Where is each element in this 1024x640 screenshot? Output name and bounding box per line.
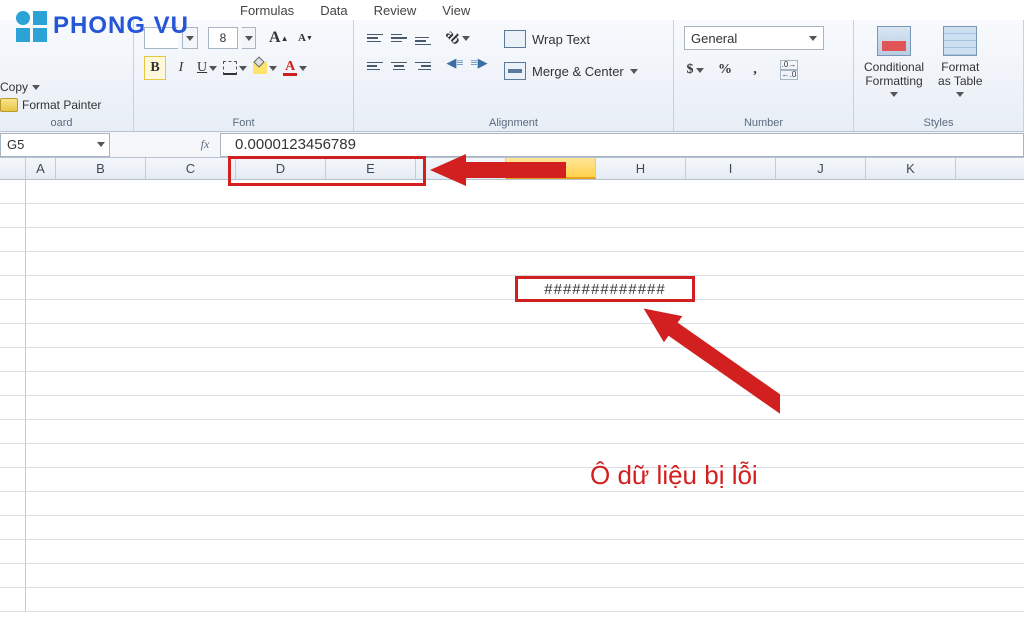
col-header[interactable]: E: [326, 158, 416, 179]
group-clipboard-label: oard: [0, 115, 123, 129]
orientation-button[interactable]: ab: [444, 26, 471, 50]
name-box-value: G5: [7, 137, 24, 152]
menu-review[interactable]: Review: [374, 3, 417, 18]
wrap-text-icon: [504, 30, 526, 48]
wrap-text-label: Wrap Text: [532, 32, 590, 47]
chevron-down-icon: [696, 68, 704, 73]
fill-icon: [253, 62, 267, 74]
group-styles-label: Styles: [864, 115, 1013, 129]
border-icon: [223, 61, 237, 75]
chevron-down-icon: [956, 92, 964, 97]
underline-button[interactable]: U: [196, 56, 218, 80]
col-header[interactable]: I: [686, 158, 776, 179]
bold-button[interactable]: B: [144, 56, 166, 80]
borders-button[interactable]: [222, 56, 248, 80]
col-header[interactable]: J: [776, 158, 866, 179]
chevron-down-icon: [299, 66, 307, 71]
chevron-down-icon: [32, 85, 40, 90]
select-all-corner[interactable]: [0, 158, 26, 179]
conditional-formatting-icon: [877, 26, 911, 56]
name-box[interactable]: G5: [0, 133, 110, 157]
formula-input[interactable]: 0.0000123456789: [220, 133, 1024, 157]
format-as-table-label: Format as Table: [938, 60, 982, 88]
group-number: General $ % , .0→ ←.0 Number: [674, 20, 854, 131]
watermark-logo: PHONG VU: [16, 0, 189, 52]
menu-data[interactable]: Data: [320, 3, 347, 18]
format-painter-button[interactable]: Format Painter: [0, 98, 123, 112]
merge-center-button[interactable]: Merge & Center: [504, 58, 638, 84]
align-left-button[interactable]: [364, 54, 386, 78]
group-font-label: Font: [144, 115, 343, 129]
format-as-table-button[interactable]: Format as Table: [938, 26, 982, 97]
font-size-dropdown[interactable]: [242, 27, 256, 49]
chevron-down-icon: [209, 66, 217, 71]
group-styles: Conditional Formatting Format as Table S…: [854, 20, 1024, 131]
align-top-button[interactable]: [364, 26, 386, 50]
number-format-value: General: [691, 31, 737, 46]
format-as-table-icon: [943, 26, 977, 56]
chevron-down-icon: [97, 142, 105, 147]
decrease-decimal-button[interactable]: ←.0: [780, 70, 798, 80]
format-painter-icon: [0, 98, 18, 112]
cell-g5-error[interactable]: #############: [515, 276, 695, 302]
cell-g5-value: #############: [544, 281, 665, 298]
logo-text: PHONG VU: [53, 12, 189, 40]
conditional-formatting-label: Conditional Formatting: [864, 60, 924, 88]
number-format-select[interactable]: General: [684, 26, 824, 50]
group-alignment: ab ◀≡ ≡▶ Wrap Text Merge & Center: [354, 20, 674, 131]
group-alignment-label: Alignment: [364, 115, 663, 129]
font-size-input[interactable]: 8: [208, 27, 238, 49]
spreadsheet-grid[interactable]: ############# Ô dữ liệu bị lỗi: [0, 180, 1024, 612]
copy-label: Copy: [0, 80, 28, 94]
fill-color-button[interactable]: [252, 56, 278, 80]
increase-decimal-button[interactable]: .0→: [780, 60, 798, 70]
col-header[interactable]: A: [26, 158, 56, 179]
chevron-down-icon: [809, 36, 817, 41]
align-bottom-button[interactable]: [412, 26, 434, 50]
align-center-button[interactable]: [388, 54, 410, 78]
grow-font-button[interactable]: A▲: [260, 26, 289, 50]
copy-button[interactable]: Copy: [0, 80, 123, 94]
merge-icon: [504, 62, 526, 80]
align-right-button[interactable]: [412, 54, 434, 78]
col-header[interactable]: B: [56, 158, 146, 179]
chevron-down-icon: [239, 66, 247, 71]
group-number-label: Number: [684, 115, 843, 129]
comma-format-button[interactable]: ,: [744, 58, 766, 82]
col-header[interactable]: K: [866, 158, 956, 179]
chevron-down-icon: [630, 69, 638, 74]
col-header[interactable]: H: [596, 158, 686, 179]
decrease-indent-button[interactable]: ◀≡: [444, 54, 466, 72]
col-header[interactable]: C: [146, 158, 236, 179]
annotation-arrow-cell: [640, 300, 780, 470]
increase-indent-button[interactable]: ≡▶: [468, 54, 490, 72]
annotation-arrow-formula: [430, 150, 570, 200]
logo-tiles: [16, 11, 47, 42]
italic-button[interactable]: I: [170, 56, 192, 80]
percent-format-button[interactable]: %: [714, 58, 736, 82]
menu-view[interactable]: View: [442, 3, 470, 18]
accounting-format-button[interactable]: $: [684, 58, 706, 82]
font-color-button[interactable]: A: [282, 56, 308, 80]
menu-formulas[interactable]: Formulas: [240, 3, 294, 18]
chevron-down-icon: [890, 92, 898, 97]
wrap-text-button[interactable]: Wrap Text: [504, 26, 638, 52]
fx-icon[interactable]: fx: [190, 137, 220, 152]
formula-value: 0.0000123456789: [229, 135, 362, 154]
chevron-down-icon: [245, 36, 253, 41]
merge-label: Merge & Center: [532, 64, 624, 79]
conditional-formatting-button[interactable]: Conditional Formatting: [864, 26, 924, 97]
shrink-font-button[interactable]: A▼: [293, 26, 315, 50]
col-header[interactable]: D: [236, 158, 326, 179]
align-middle-button[interactable]: [388, 26, 410, 50]
chevron-down-icon: [269, 66, 277, 71]
format-painter-label: Format Painter: [22, 98, 101, 112]
